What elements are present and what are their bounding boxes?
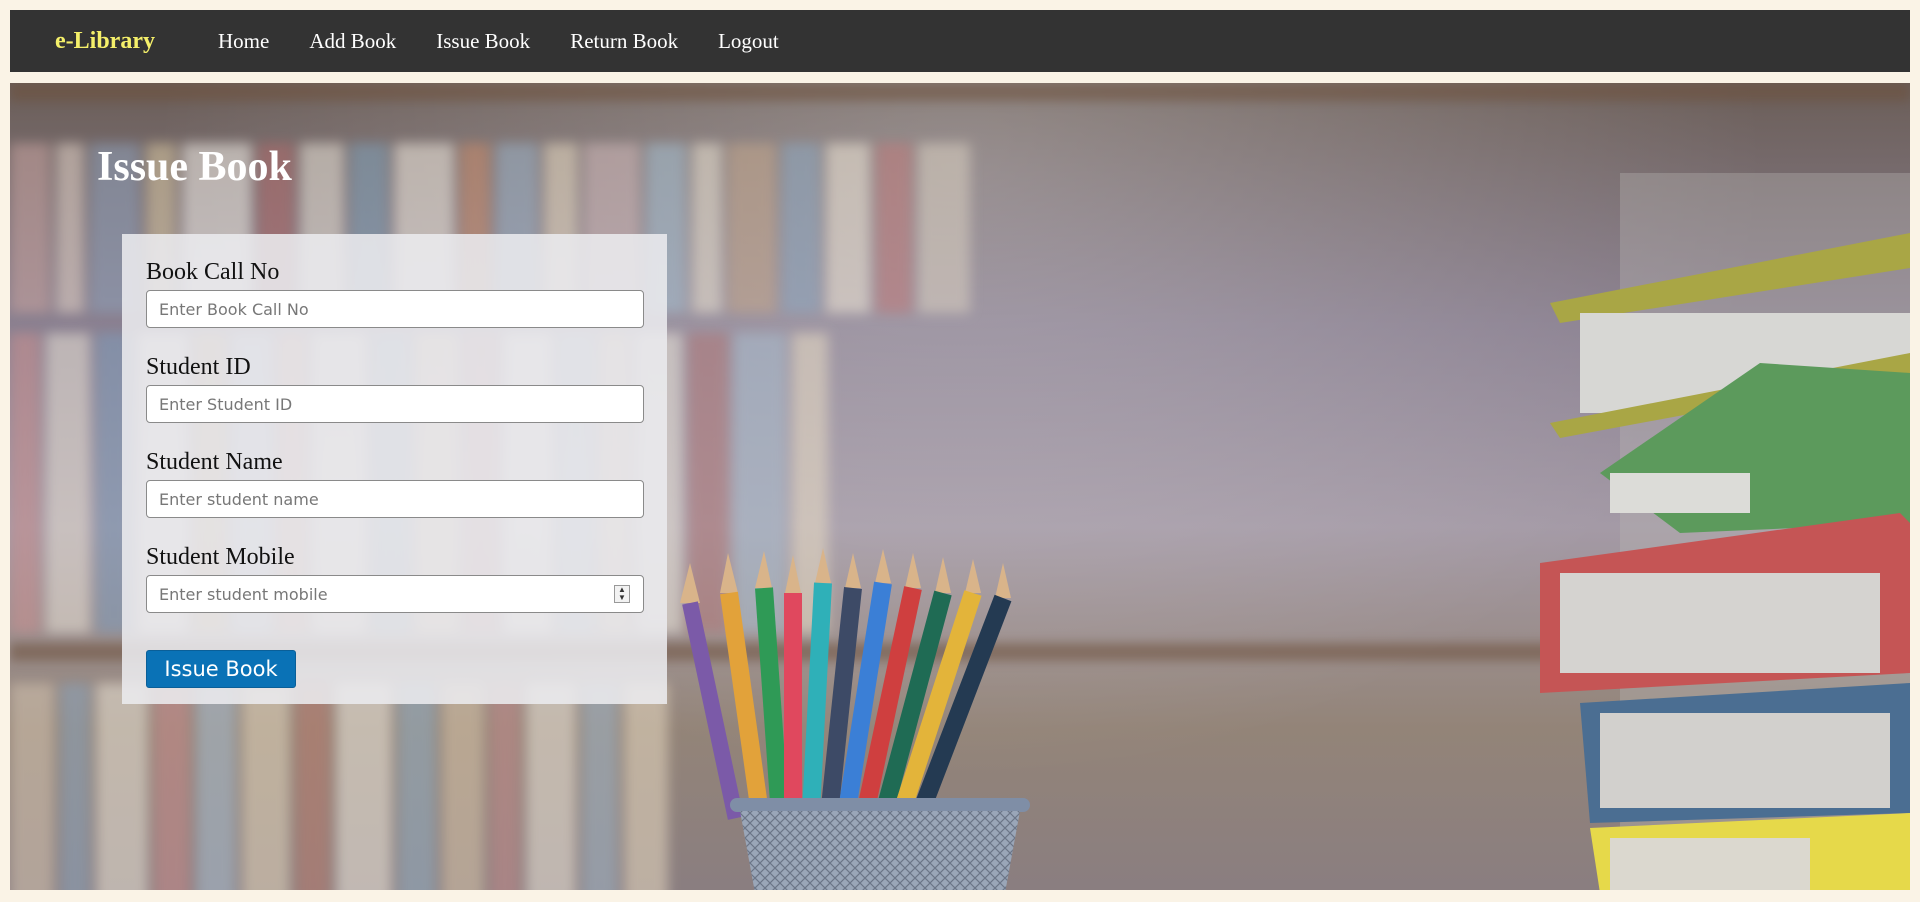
nav-logout[interactable]: Logout <box>718 29 779 54</box>
student-name-input[interactable] <box>146 480 644 518</box>
student-name-label: Student Name <box>146 449 283 475</box>
book-call-no-input[interactable] <box>146 290 644 328</box>
pencil-cup-illustration <box>680 548 1030 890</box>
book-stack-illustration <box>1540 173 1910 890</box>
student-id-input[interactable] <box>146 385 644 423</box>
issue-book-button[interactable]: Issue Book <box>146 650 296 688</box>
student-mobile-input[interactable] <box>146 575 644 613</box>
book-call-no-label: Book Call No <box>146 259 280 285</box>
brand-logo[interactable]: e-Library <box>55 10 155 72</box>
nav-home[interactable]: Home <box>218 29 269 54</box>
hero-background: Issue Book Book Call No Enter Book Call … <box>10 83 1910 890</box>
nav-add-book[interactable]: Add Book <box>309 29 396 54</box>
shelf-plank <box>10 83 1910 101</box>
nav-return-book[interactable]: Return Book <box>570 29 678 54</box>
nav-links: Home Add Book Issue Book Return Book Log… <box>218 10 819 72</box>
number-spinner-icon[interactable]: ▲ ▼ <box>614 585 630 603</box>
nav-issue-book[interactable]: Issue Book <box>436 29 530 54</box>
navbar: e-Library Home Add Book Issue Book Retur… <box>10 10 1910 72</box>
student-mobile-wrap: ▲▼ <box>146 575 644 613</box>
issue-book-form: Book Call No Student ID Student Name Stu… <box>122 234 667 704</box>
student-mobile-label: Student Mobile <box>146 544 295 570</box>
student-id-label: Student ID <box>146 354 251 380</box>
page-title: Issue Book <box>97 144 292 190</box>
